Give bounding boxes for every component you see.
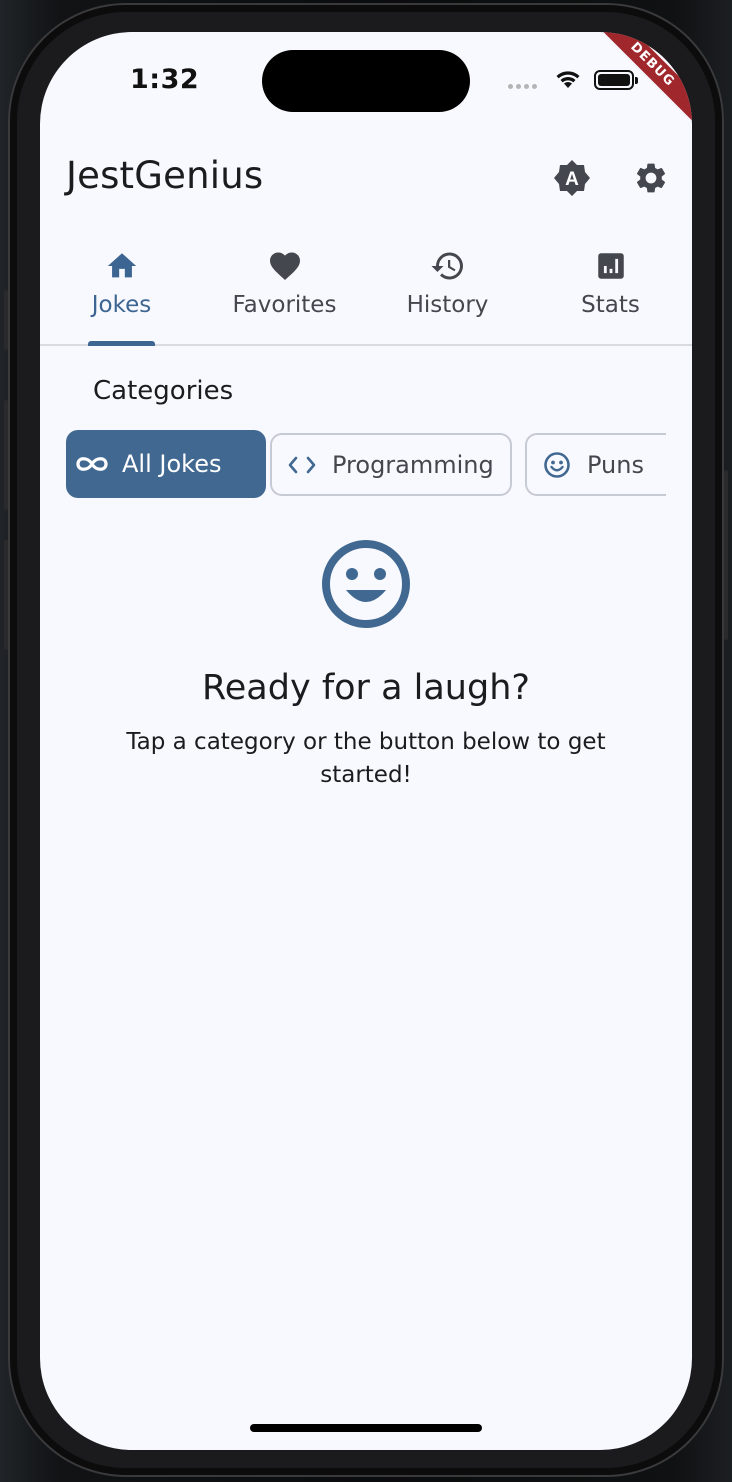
chip-all-jokes[interactable]: All Jokes: [66, 430, 266, 498]
heart-icon: [269, 252, 300, 281]
tab-bar: Jokes Favorites History Stats: [40, 244, 692, 346]
categories-heading: Categories: [93, 376, 234, 406]
chip-puns[interactable]: Puns: [525, 433, 666, 496]
settings-button[interactable]: [629, 156, 673, 200]
tab-history[interactable]: History: [366, 244, 529, 344]
cellular-signal-icon: [508, 84, 537, 89]
svg-text:A: A: [565, 169, 579, 190]
tab-favorites[interactable]: Favorites: [203, 244, 366, 344]
smiley-icon: [544, 451, 570, 478]
device-side-button: [724, 470, 728, 640]
gear-icon: [636, 163, 666, 193]
status-time: 1:32: [130, 64, 200, 95]
history-icon: [431, 252, 463, 280]
infinity-icon: [76, 457, 108, 471]
dynamic-island: [262, 50, 470, 112]
chip-label: Programming: [332, 450, 494, 479]
home-indicator[interactable]: [250, 1424, 482, 1432]
theme-badge-icon: A: [554, 160, 590, 196]
chip-label: All Jokes: [122, 450, 222, 478]
empty-state-title: Ready for a laugh?: [202, 668, 530, 708]
battery-icon: [594, 70, 638, 90]
empty-state-subtitle: Tap a category or the button below to ge…: [126, 729, 606, 788]
chip-programming[interactable]: Programming: [270, 433, 512, 496]
tab-jokes[interactable]: Jokes: [40, 244, 203, 346]
category-chip-list: All Jokes Programming Puns: [66, 430, 666, 502]
code-icon: [288, 456, 316, 473]
tab-label: Jokes: [91, 292, 152, 318]
bar-chart-icon: [597, 253, 624, 279]
tab-stats[interactable]: Stats: [529, 244, 692, 344]
home-icon: [107, 253, 136, 278]
active-tab-indicator: [88, 341, 155, 346]
theme-toggle-button[interactable]: A: [550, 156, 594, 200]
tab-label: Favorites: [232, 292, 337, 318]
tab-label: History: [406, 292, 489, 318]
smiley-face-icon: [322, 540, 410, 628]
chip-label: Puns: [587, 450, 644, 479]
app-title: JestGenius: [66, 154, 264, 197]
wifi-icon: [556, 71, 580, 88]
phone-screen: 1:32 DEBUG JestGenius A Jokes Favorites …: [40, 32, 692, 1450]
tab-label: Stats: [581, 292, 640, 318]
